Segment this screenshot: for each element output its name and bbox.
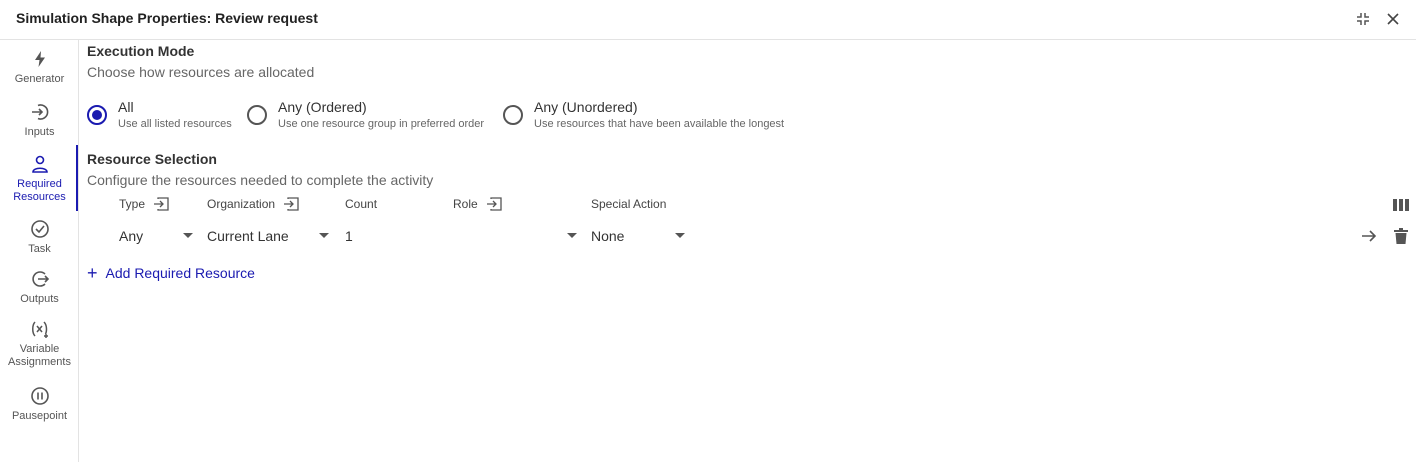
trash-icon[interactable]	[1391, 226, 1411, 246]
column-label: Special Action	[591, 197, 667, 211]
sidebar-item-label: Pausepoint	[11, 410, 68, 422]
plus-icon: +	[87, 263, 98, 283]
sidebar-item-label: Inputs	[24, 126, 55, 138]
type-select[interactable]: Any	[119, 226, 193, 246]
column-header-count: Count	[345, 197, 377, 211]
variable-icon	[29, 318, 51, 340]
sidebar-item-label: Task	[28, 243, 51, 255]
radio-circle	[503, 105, 523, 125]
count-role-select[interactable]: 1	[345, 226, 577, 246]
dialog-header: Simulation Shape Properties: Review requ…	[0, 0, 1416, 40]
arrow-right-icon[interactable]	[1359, 226, 1379, 246]
special-action-select[interactable]: None	[591, 226, 685, 246]
sidebar-item-label: Required Resources	[13, 178, 66, 203]
map-input-icon[interactable]	[283, 197, 299, 211]
column-header-role: Role	[453, 197, 502, 211]
column-header-type: Type	[119, 197, 169, 211]
radio-description: Use one resource group in preferred orde…	[278, 118, 485, 130]
resource-selection-title: Resource Selection	[87, 151, 217, 167]
column-header-organization: Organization	[207, 197, 299, 211]
bolt-icon	[29, 48, 51, 70]
sidebar-item-pausepoint[interactable]: Pausepoint	[0, 385, 79, 423]
sidebar-item-label: Generator	[14, 73, 65, 85]
add-required-resource-label: Add Required Resource	[105, 265, 255, 281]
radio-description: Use resources that have been available t…	[534, 118, 785, 130]
radio-circle	[87, 105, 107, 125]
column-label: Organization	[207, 197, 276, 211]
radio-any-ordered[interactable]: Any (Ordered) Use one resource group in …	[247, 98, 484, 131]
sidebar-item-label: Outputs	[20, 293, 59, 305]
column-label: Type	[119, 197, 146, 211]
dialog-title: Simulation Shape Properties: Review requ…	[16, 10, 318, 26]
type-value: Any	[119, 228, 144, 244]
column-label: Role	[453, 197, 478, 211]
radio-all[interactable]: All Use all listed resources	[87, 98, 232, 131]
collapse-icon[interactable]	[1352, 8, 1374, 30]
radio-circle	[247, 105, 267, 125]
sidebar-item-inputs[interactable]: Inputs	[0, 101, 79, 139]
sidebar-item-required-resources[interactable]: Required Resources	[0, 145, 79, 211]
sidebar-item-label: Variable Assignments	[8, 343, 71, 368]
sidebar-nav: Generator Inputs Required Resources Task	[0, 40, 79, 462]
radio-label: All	[118, 99, 134, 115]
sidebar-item-task[interactable]: Task	[0, 218, 79, 256]
special-action-value: None	[591, 228, 625, 244]
person-icon	[29, 153, 51, 175]
add-required-resource-button[interactable]: + Add Required Resource	[87, 264, 255, 282]
column-header-special-action: Special Action	[591, 197, 666, 211]
check-circle-icon	[29, 218, 51, 240]
radio-description: Use all listed resources	[118, 118, 232, 130]
pause-circle-icon	[29, 385, 51, 407]
main-panel: Execution Mode Choose how resources are …	[79, 40, 1416, 462]
chevron-down-icon	[319, 233, 329, 238]
columns-toggle-icon[interactable]	[1391, 197, 1411, 213]
map-input-icon[interactable]	[153, 197, 169, 211]
radio-label: Any (Unordered)	[534, 99, 638, 115]
column-label: Count	[345, 197, 378, 211]
login-arrow-icon	[29, 101, 51, 123]
sidebar-item-variable-assignments[interactable]: Variable Assignments	[0, 318, 79, 369]
execution-mode-title: Execution Mode	[87, 43, 195, 59]
radio-any-unordered[interactable]: Any (Unordered) Use resources that have …	[503, 98, 784, 131]
count-value: 1	[345, 228, 353, 244]
sidebar-item-outputs[interactable]: Outputs	[0, 268, 79, 306]
sidebar-item-generator[interactable]: Generator	[0, 48, 79, 86]
radio-label: Any (Ordered)	[278, 99, 367, 115]
chevron-down-icon	[675, 233, 685, 238]
close-icon[interactable]	[1382, 8, 1404, 30]
logout-arrow-icon	[29, 268, 51, 290]
resource-selection-subtitle: Configure the resources needed to comple…	[87, 172, 434, 188]
map-input-icon[interactable]	[486, 197, 502, 211]
organization-value: Current Lane	[207, 228, 289, 244]
execution-mode-subtitle: Choose how resources are allocated	[87, 64, 315, 80]
chevron-down-icon	[183, 233, 193, 238]
chevron-down-icon	[567, 233, 577, 238]
organization-select[interactable]: Current Lane	[207, 226, 329, 246]
